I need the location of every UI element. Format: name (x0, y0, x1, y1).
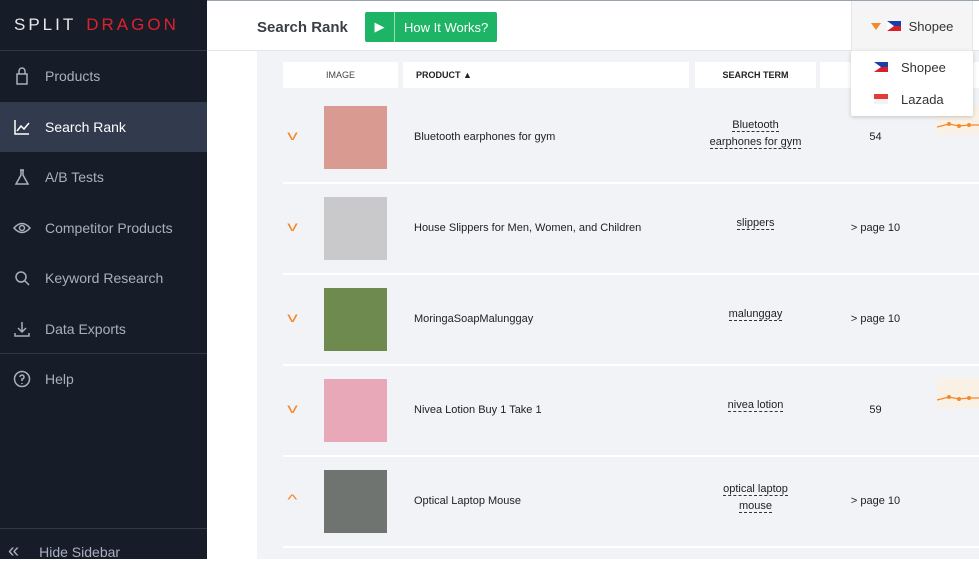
chevron-down-icon[interactable]: v (287, 400, 298, 416)
product-image (324, 470, 387, 533)
chevron-up-icon[interactable]: ^ (287, 491, 297, 507)
eye-icon (12, 222, 32, 233)
table-row: v Nivea Lotion Buy 1 Take 1 nivea lotion… (283, 366, 979, 457)
sidebar: SPLIT DRAGON Products Search Rank A/B Tests… (0, 0, 207, 562)
search-icon (15, 271, 30, 286)
how-it-works-button[interactable]: ▶ How It Works? (365, 12, 498, 42)
product-name: MoringaSoapMalunggay (414, 313, 534, 325)
chart-line-icon (14, 119, 30, 135)
search-term[interactable]: optical laptop mouse (695, 481, 816, 515)
rank-value: > page 10 (850, 495, 901, 507)
chevron-down-icon[interactable]: v (287, 127, 298, 143)
marketplace-dropdown: Shopee Lazada (851, 51, 973, 116)
header: Search Rank ▶ How It Works? Shopee (207, 0, 979, 51)
indonesia-flag-icon (874, 94, 888, 104)
sidebar-item-data-exports[interactable]: Data Exports (0, 304, 207, 355)
product-image (324, 106, 387, 169)
option-shopee[interactable]: Shopee (851, 51, 973, 83)
search-term[interactable]: slippers (695, 215, 816, 232)
rank-value: 54 (869, 131, 882, 143)
sidebar-item-keyword-research[interactable]: Keyword Research (0, 253, 207, 304)
sidebar-item-a-b-tests[interactable]: A/B Tests (0, 152, 207, 203)
product-name: Bluetooth earphones for gym (414, 131, 556, 143)
search-term[interactable]: malunggay (695, 306, 816, 323)
product-name: Nivea Lotion Buy 1 Take 1 (414, 404, 542, 416)
double-chevron-left-icon: « (8, 540, 20, 562)
rank-value: > page 10 (850, 222, 901, 234)
page-title: Search Rank (257, 19, 348, 36)
marketplace-select[interactable]: Shopee (851, 1, 973, 51)
logo[interactable]: SPLIT DRAGON (0, 0, 207, 51)
play-icon: ▶ (365, 12, 395, 42)
search-term[interactable]: Bluetooth earphones for gym (695, 117, 816, 151)
column-header-search-term[interactable]: SEARCH TERM (695, 62, 816, 88)
philippines-flag-icon (886, 21, 901, 31)
table-row: v MoringaSoapMalunggay malunggay > page … (283, 275, 979, 366)
sidebar-item-help[interactable]: Help (0, 354, 207, 405)
column-header-product[interactable]: PRODUCT ▲ (403, 62, 689, 88)
product-image (324, 197, 387, 260)
caret-down-icon (870, 22, 881, 30)
product-name: Optical Laptop Mouse (414, 495, 522, 507)
product-image (324, 379, 387, 442)
product-image (324, 288, 387, 351)
help-icon (13, 371, 31, 388)
sidebar-item-products[interactable]: Products (0, 51, 207, 102)
table-row: ^ Optical Laptop Mouse optical laptop mou… (283, 457, 979, 548)
product-name: House Slippers for Men, Women, and Child… (414, 222, 642, 234)
bag-icon (16, 67, 28, 85)
hide-sidebar-button[interactable]: «Hide Sidebar (8, 540, 120, 563)
rank-sparkline (937, 378, 979, 408)
flask-icon (14, 169, 30, 185)
table-row: v House Slippers for Men, Women, and Chi… (283, 184, 979, 275)
rank-value: 59 (869, 404, 882, 416)
sidebar-item-search-rank[interactable]: Search Rank (0, 101, 207, 152)
sidebar-item-competitor-products[interactable]: Competitor Products (0, 203, 207, 254)
option-lazada[interactable]: Lazada (851, 83, 973, 115)
chevron-down-icon[interactable]: v (287, 218, 298, 234)
chevron-down-icon[interactable]: v (287, 309, 298, 325)
main-content: IMAGE PRODUCT ▲ SEARCH TERM v Bluetooth … (257, 51, 979, 559)
column-header-image: IMAGE (283, 62, 398, 88)
philippines-flag-icon (874, 62, 888, 72)
search-term[interactable]: nivea lotion (695, 397, 816, 414)
download-icon (14, 321, 30, 337)
rank-value: > page 10 (850, 313, 901, 325)
